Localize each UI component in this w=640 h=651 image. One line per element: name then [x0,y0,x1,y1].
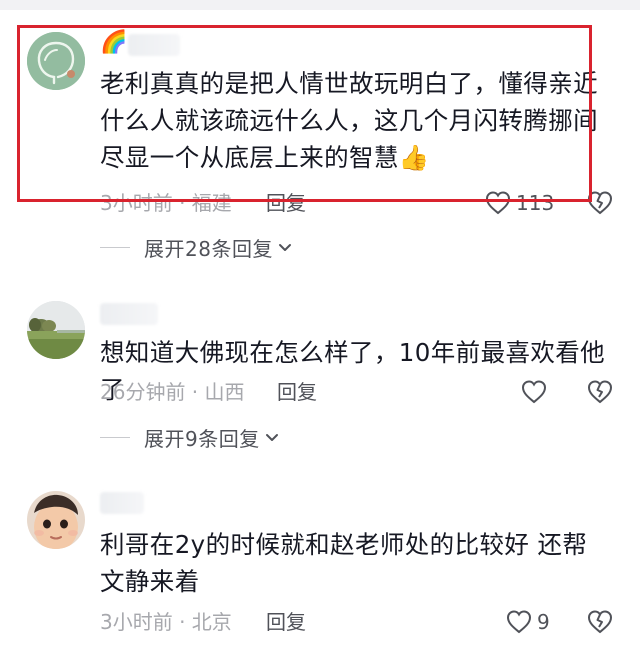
reply-button[interactable]: 回复 [277,378,317,406]
comment-text: 老利真真的是把人情世故玩明白了，懂得亲近什么人就该疏远什么人，这几个月闪转腾挪间… [100,69,598,172]
broken-heart-icon [587,191,613,215]
expand-divider [100,436,130,438]
heart-icon [506,610,532,634]
username-blurred[interactable] [128,34,180,56]
broken-heart-icon [587,610,613,634]
dislike-button[interactable] [586,608,614,636]
dislike-button[interactable] [586,378,614,406]
avatar[interactable] [27,301,85,359]
avatar[interactable] [27,32,85,90]
like-button[interactable]: 113 [484,188,554,218]
avatar-drawing-icon [27,32,85,90]
heart-icon [521,380,547,404]
like-count: 113 [516,191,555,215]
expand-replies-button[interactable]: 展开9条回复 [100,423,280,451]
like-button[interactable] [520,377,552,407]
expand-replies-label: 展开9条回复 [144,426,260,451]
comment-meta: 26分钟前 · 山西 [100,380,245,404]
dislike-button[interactable] [586,189,614,217]
broken-heart-icon [587,380,613,404]
avatar-landscape-icon [27,301,85,359]
heart-icon [485,191,511,215]
comment-text: 利哥在2y的时候就和赵老师处的比较好 还帮文静来着 [100,530,588,596]
like-count: 9 [537,610,550,634]
reply-button[interactable]: 回复 [266,608,306,636]
top-divider [0,0,640,10]
username-badge: 🌈 [100,30,128,55]
avatar-baby-photo-icon [27,491,85,549]
username-blurred[interactable] [100,492,144,514]
expand-divider [100,246,130,248]
expand-replies-button[interactable]: 展开28条回复 [100,233,293,261]
username-blurred[interactable] [100,303,158,325]
comment-meta: 3小时前 · 北京 [100,610,232,634]
avatar[interactable] [27,491,85,549]
chevron-down-icon [265,434,278,441]
reply-button[interactable]: 回复 [266,189,306,217]
expand-replies-label: 展开28条回复 [144,236,273,261]
comment-meta: 3小时前 · 福建 [100,191,232,215]
like-button[interactable]: 9 [505,607,550,637]
chevron-down-icon [278,244,291,251]
